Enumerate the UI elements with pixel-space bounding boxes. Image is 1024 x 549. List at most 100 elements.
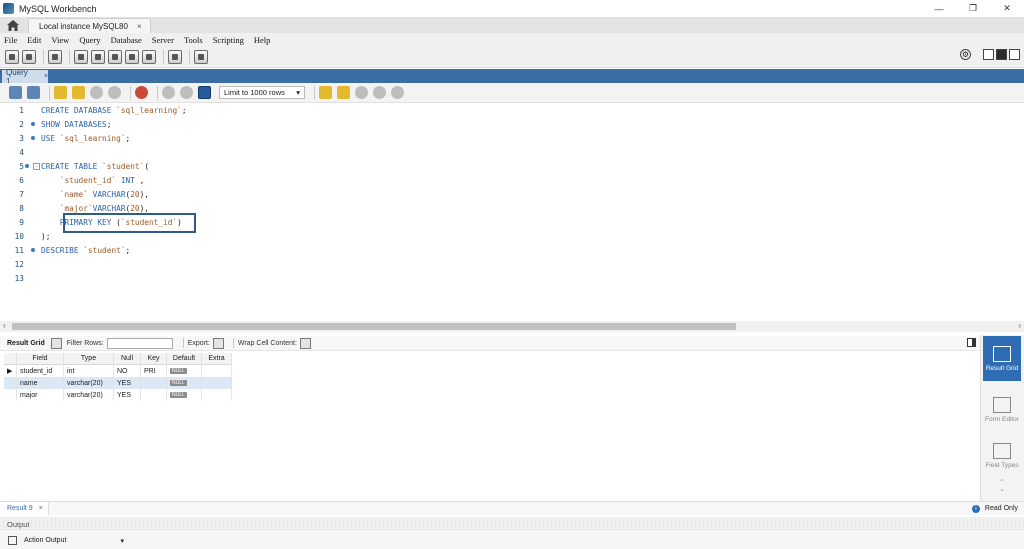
menu-tools[interactable]: Tools <box>184 35 203 45</box>
cell[interactable] <box>202 389 232 401</box>
cell[interactable]: major <box>17 389 64 401</box>
cell[interactable]: PRI <box>141 365 167 377</box>
tab-result-9[interactable]: Result 9 × <box>0 502 49 515</box>
menu-database[interactable]: Database <box>111 35 142 45</box>
inspector-icon[interactable] <box>48 49 62 64</box>
menu-file[interactable]: File <box>4 35 17 45</box>
menu-help[interactable]: Help <box>254 35 271 45</box>
menu-view[interactable]: View <box>51 35 69 45</box>
cell[interactable]: NO <box>114 365 141 377</box>
close-query-tab-icon[interactable]: × <box>44 73 48 80</box>
cell[interactable]: int <box>64 365 114 377</box>
cell[interactable] <box>202 377 232 389</box>
cell[interactable]: NULL <box>167 389 202 401</box>
editor-horizontal-scrollbar[interactable]: ‹ › <box>0 321 1024 332</box>
form-editor-panel-button[interactable]: Form Editor <box>983 387 1021 432</box>
export-icon[interactable] <box>212 337 224 349</box>
create-view-icon[interactable] <box>108 49 122 64</box>
scroll-right-icon[interactable]: › <box>1018 321 1021 330</box>
sql-editor[interactable]: 1 CREATE DATABASE `sql_learning`; 2 SHOW… <box>0 103 1024 321</box>
restore-button[interactable]: ❐ <box>956 0 990 17</box>
execute-all-icon[interactable] <box>54 86 67 99</box>
cell[interactable]: NULL <box>167 365 202 377</box>
settings-gear-icon[interactable]: ⚙ <box>960 49 971 60</box>
bookmark-icon[interactable] <box>319 86 332 99</box>
cell[interactable]: varchar(20) <box>64 389 114 401</box>
open-sql-script-icon[interactable] <box>22 49 36 64</box>
cell[interactable]: YES <box>114 377 141 389</box>
column-header[interactable]: Null <box>114 352 141 365</box>
wrap-lines-icon[interactable] <box>391 86 404 99</box>
output-type-select[interactable]: Action Output ▾ <box>24 537 124 545</box>
grid-view-icon[interactable] <box>50 337 62 349</box>
stop-icon[interactable] <box>108 86 121 99</box>
table-row[interactable]: ▶ student_id int NO PRI NULL <box>4 365 232 377</box>
column-header[interactable]: Default <box>167 352 202 365</box>
create-table-icon[interactable] <box>91 49 105 64</box>
cell[interactable]: varchar(20) <box>64 377 114 389</box>
result-grid-label[interactable]: Result Grid <box>7 340 45 347</box>
filter-rows-input[interactable] <box>106 337 173 349</box>
copy-icon[interactable] <box>8 536 17 545</box>
create-schema-icon[interactable] <box>74 49 88 64</box>
cell[interactable] <box>141 389 167 401</box>
search-table-data-icon[interactable] <box>168 49 182 64</box>
column-header[interactable]: Type <box>64 352 114 365</box>
save-script-icon[interactable] <box>27 86 40 99</box>
scroll-left-icon[interactable]: ‹ <box>3 321 6 330</box>
output-panel-header[interactable]: Output <box>0 517 1024 531</box>
beautify-icon[interactable] <box>337 86 350 99</box>
find-icon[interactable] <box>355 86 368 99</box>
menu-query[interactable]: Query <box>79 35 100 45</box>
column-header[interactable]: Extra <box>202 352 232 365</box>
invisible-chars-icon[interactable] <box>373 86 386 99</box>
wrap-cell-icon[interactable] <box>299 337 311 349</box>
menu-edit[interactable]: Edit <box>27 35 41 45</box>
create-function-icon[interactable] <box>142 49 156 64</box>
commit-icon[interactable] <box>162 86 175 99</box>
cell[interactable] <box>141 377 167 389</box>
toggle-side-panel-icon[interactable] <box>967 338 976 347</box>
limit-rows-select[interactable]: Limit to 1000 rows ▾ <box>219 86 305 99</box>
toggle-output-icon[interactable] <box>996 49 1007 60</box>
minimize-button[interactable]: — <box>922 0 956 17</box>
cell[interactable]: student_id <box>17 365 64 377</box>
execute-current-icon[interactable] <box>72 86 85 99</box>
new-sql-tab-icon[interactable] <box>5 49 19 64</box>
explain-icon[interactable] <box>90 86 103 99</box>
field-types-panel-button[interactable]: Field Types <box>983 433 1021 478</box>
cell[interactable]: NULL <box>167 377 202 389</box>
stop-on-error-icon[interactable] <box>135 86 148 99</box>
cell[interactable]: YES <box>114 389 141 401</box>
result-grid-panel-label: Result Grid <box>985 364 1019 372</box>
read-only-label: Read Only <box>984 505 1018 512</box>
tab-local-instance[interactable]: Local instance MySQL80 × <box>28 18 151 33</box>
close-window-button[interactable]: ✕ <box>990 0 1024 17</box>
menu-server[interactable]: Server <box>152 35 174 45</box>
toggle-secondary-sidebar-icon[interactable] <box>1009 49 1020 60</box>
rollback-icon[interactable] <box>180 86 193 99</box>
autocommit-toggle-icon[interactable] <box>198 86 211 99</box>
fold-collapse-icon[interactable]: - <box>33 162 41 170</box>
create-procedure-icon[interactable] <box>125 49 139 64</box>
result-grid-panel-button[interactable]: Result Grid <box>983 336 1021 381</box>
reconnect-icon[interactable] <box>194 49 208 64</box>
close-result-tab-icon[interactable]: × <box>39 505 43 512</box>
column-header[interactable]: Key <box>141 352 167 365</box>
panel-scroll-button[interactable]: ⌃ ⌄ <box>983 473 1021 499</box>
table-row[interactable]: name varchar(20) YES NULL <box>4 377 232 389</box>
line-number: 12 <box>14 259 24 269</box>
code-text: `name` VARCHAR(20), <box>59 189 149 199</box>
scrollbar-thumb[interactable] <box>12 323 736 330</box>
column-header[interactable]: Field <box>17 352 64 365</box>
cell[interactable]: name <box>17 377 64 389</box>
home-tab[interactable] <box>0 17 26 33</box>
close-tab-icon[interactable]: × <box>137 22 142 31</box>
tab-query-1[interactable]: Query 1 × <box>2 68 48 86</box>
menu-scripting[interactable]: Scripting <box>213 35 244 45</box>
open-file-icon[interactable] <box>9 86 22 99</box>
table-row[interactable]: major varchar(20) YES NULL <box>4 389 232 401</box>
toggle-sidebar-icon[interactable] <box>983 49 994 60</box>
cell[interactable] <box>202 365 232 377</box>
statement-dot-icon <box>24 164 29 168</box>
